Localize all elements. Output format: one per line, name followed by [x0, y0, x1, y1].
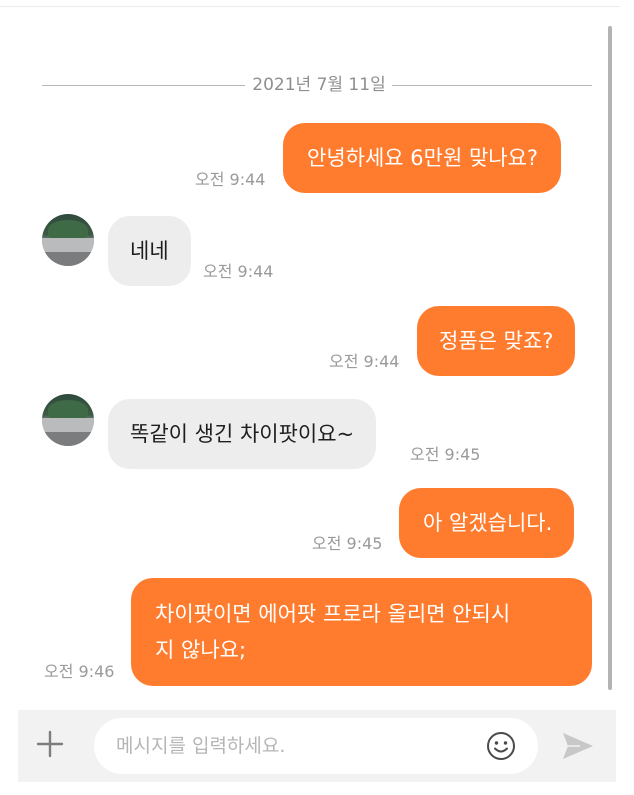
- incoming-message[interactable]: 똑같이 생긴 차이팟이요~: [108, 399, 377, 469]
- message-text: 아 알겠습니다.: [423, 511, 553, 535]
- message-text: 안녕하세요 6만원 맞나요?: [307, 146, 539, 170]
- date-divider-line-right: [392, 85, 592, 86]
- message-text: 똑같이 생긴 차이팟이요~: [130, 422, 355, 446]
- sender-avatar[interactable]: [42, 394, 94, 446]
- message-time: 오전 9:45: [312, 534, 383, 553]
- message-time: 오전 9:44: [195, 170, 266, 189]
- smiley-icon: [487, 732, 515, 760]
- message-time: 오전 9:45: [410, 445, 481, 464]
- outgoing-message[interactable]: 안녕하세요 6만원 맞나요?: [283, 123, 562, 193]
- message-time: 오전 9:46: [44, 662, 115, 681]
- send-button[interactable]: [560, 730, 596, 762]
- add-attachment-button[interactable]: [30, 724, 70, 764]
- incoming-message[interactable]: 네네: [108, 216, 191, 286]
- message-text-line: 차이팟이면 에어팟 프로라 올리면 안되시: [155, 602, 511, 626]
- sender-avatar[interactable]: [42, 214, 94, 266]
- outgoing-message[interactable]: 정품은 맞죠?: [417, 306, 576, 376]
- emoji-button[interactable]: [486, 731, 516, 761]
- outgoing-message[interactable]: 차이팟이면 에어팟 프로라 올리면 안되시 지 않나요;: [131, 578, 592, 686]
- message-time: 오전 9:44: [203, 262, 274, 281]
- message-text-line: 지 않나요;: [155, 638, 247, 662]
- scrollbar[interactable]: [608, 26, 612, 690]
- message-text: 정품은 맞죠?: [439, 329, 554, 353]
- date-divider-line-left: [42, 85, 245, 86]
- chat-screen: 2021년 7월 11일 안녕하세요 6만원 맞나요? 오전 9:44 네네 오…: [0, 0, 634, 795]
- outgoing-message[interactable]: 아 알겠습니다.: [399, 488, 575, 558]
- message-text: 네네: [130, 239, 169, 263]
- date-divider: 2021년 7월 11일: [252, 75, 386, 95]
- message-input[interactable]: [94, 718, 538, 774]
- top-divider: [0, 6, 620, 7]
- plus-icon: [36, 730, 64, 758]
- send-arrow-icon: [563, 733, 593, 759]
- message-time: 오전 9:44: [329, 352, 400, 371]
